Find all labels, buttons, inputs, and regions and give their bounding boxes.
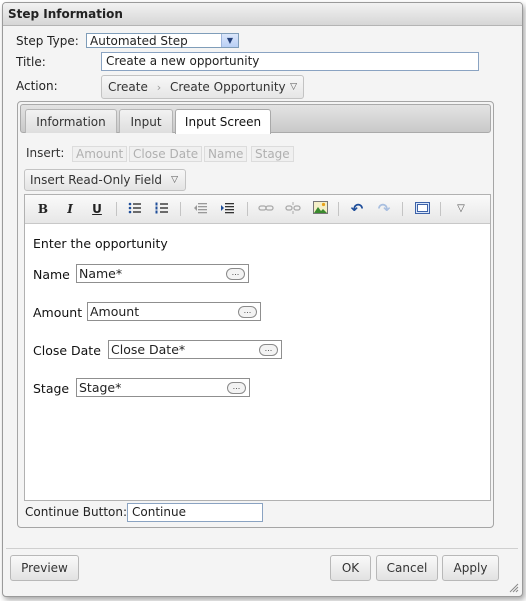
preview-button[interactable]: Preview — [10, 555, 79, 581]
title-label: Title: — [16, 55, 46, 69]
amount-label: Amount — [33, 305, 83, 320]
toolbar-divider — [338, 202, 339, 216]
bold-icon[interactable]: B — [35, 201, 51, 217]
step-type-select[interactable]: Automated Step ▼ — [86, 33, 239, 48]
step-information-dialog: Step Information Step Type: Automated St… — [2, 2, 523, 597]
tab-panel: Information Input Input Screen Insert: A… — [17, 101, 494, 528]
italic-icon[interactable]: I — [62, 201, 78, 217]
amount-field[interactable]: Amount ... — [87, 302, 261, 321]
tab-information[interactable]: Information — [25, 109, 117, 133]
dropdown-triangle-icon: ▽ — [171, 175, 178, 185]
ok-button[interactable]: OK — [330, 555, 371, 581]
close-date-field-value: Close Date* — [111, 342, 186, 357]
editor-heading: Enter the opportunity — [33, 236, 168, 251]
step-type-value: Automated Step — [90, 34, 188, 48]
ellipsis-icon[interactable]: ... — [238, 306, 257, 318]
editor-toolbar: B I U ↶ ↷ ▽ — [25, 195, 490, 224]
step-type-label: Step Type: — [16, 34, 79, 48]
more-options-icon[interactable]: ▽ — [453, 201, 469, 217]
insert-label: Insert: — [26, 146, 65, 160]
image-icon[interactable] — [312, 201, 328, 217]
action-label: Action: — [16, 79, 58, 93]
indent-icon[interactable] — [219, 201, 235, 217]
insert-readonly-field-label: Insert Read-Only Field — [30, 173, 163, 187]
breadcrumb-separator-icon: › — [156, 81, 162, 94]
ellipsis-icon[interactable]: ... — [227, 382, 246, 394]
toolbar-divider — [402, 202, 403, 216]
stage-field-value: Stage* — [79, 380, 122, 395]
redo-icon[interactable]: ↷ — [376, 201, 392, 217]
tab-input-screen[interactable]: Input Screen — [175, 109, 271, 134]
close-date-label: Close Date — [33, 343, 101, 358]
ellipsis-icon[interactable]: ... — [259, 344, 278, 356]
close-date-field[interactable]: Close Date* ... — [108, 340, 282, 359]
name-label: Name — [33, 267, 70, 282]
bullet-list-icon[interactable] — [127, 201, 143, 217]
action-name: Create Opportunity — [169, 80, 286, 94]
resize-grip-icon[interactable] — [507, 581, 519, 593]
action-category: Create — [108, 80, 148, 94]
apply-button[interactable]: Apply — [442, 555, 499, 581]
stage-label: Stage — [33, 381, 70, 396]
cancel-button[interactable]: Cancel — [376, 555, 438, 581]
name-field-value: Name* — [79, 266, 123, 281]
tab-input[interactable]: Input — [119, 109, 173, 133]
unlink-icon[interactable] — [285, 201, 301, 217]
undo-icon[interactable]: ↶ — [349, 201, 365, 217]
dialog-title: Step Information — [3, 3, 522, 26]
underline-icon[interactable]: U — [89, 201, 105, 217]
dropdown-triangle-icon: ▽ — [290, 82, 297, 92]
stage-field[interactable]: Stage* ... — [76, 378, 250, 397]
insert-field-stage[interactable]: Stage — [251, 146, 294, 162]
rich-text-editor[interactable]: B I U ↶ ↷ ▽ Enter the opportunity Name N… — [24, 194, 491, 501]
footer-divider — [6, 548, 518, 549]
link-icon[interactable] — [258, 201, 274, 217]
title-input[interactable]: Create a new opportunity — [101, 52, 479, 71]
insert-field-amount[interactable]: Amount — [72, 146, 128, 162]
action-selector[interactable]: Create › Create Opportunity ▽ — [101, 75, 304, 99]
continue-button-label: Continue Button: — [25, 505, 128, 519]
outdent-icon[interactable] — [192, 201, 208, 217]
numbered-list-icon[interactable] — [154, 201, 170, 217]
ellipsis-icon[interactable]: ... — [226, 268, 245, 280]
source-icon[interactable] — [414, 201, 430, 217]
toolbar-divider — [180, 202, 181, 216]
insert-field-close-date[interactable]: Close Date — [129, 146, 203, 162]
toolbar-divider — [247, 202, 248, 216]
tab-bar: Information Input Input Screen — [20, 104, 491, 134]
toolbar-divider — [116, 202, 117, 216]
name-field[interactable]: Name* ... — [76, 264, 249, 283]
insert-field-name[interactable]: Name — [204, 146, 248, 162]
insert-readonly-field-button[interactable]: Insert Read-Only Field ▽ — [24, 169, 186, 191]
amount-field-value: Amount — [90, 304, 140, 319]
continue-button-input[interactable]: Continue — [127, 503, 263, 522]
toolbar-divider — [440, 202, 441, 216]
chevron-down-icon: ▼ — [221, 34, 238, 47]
